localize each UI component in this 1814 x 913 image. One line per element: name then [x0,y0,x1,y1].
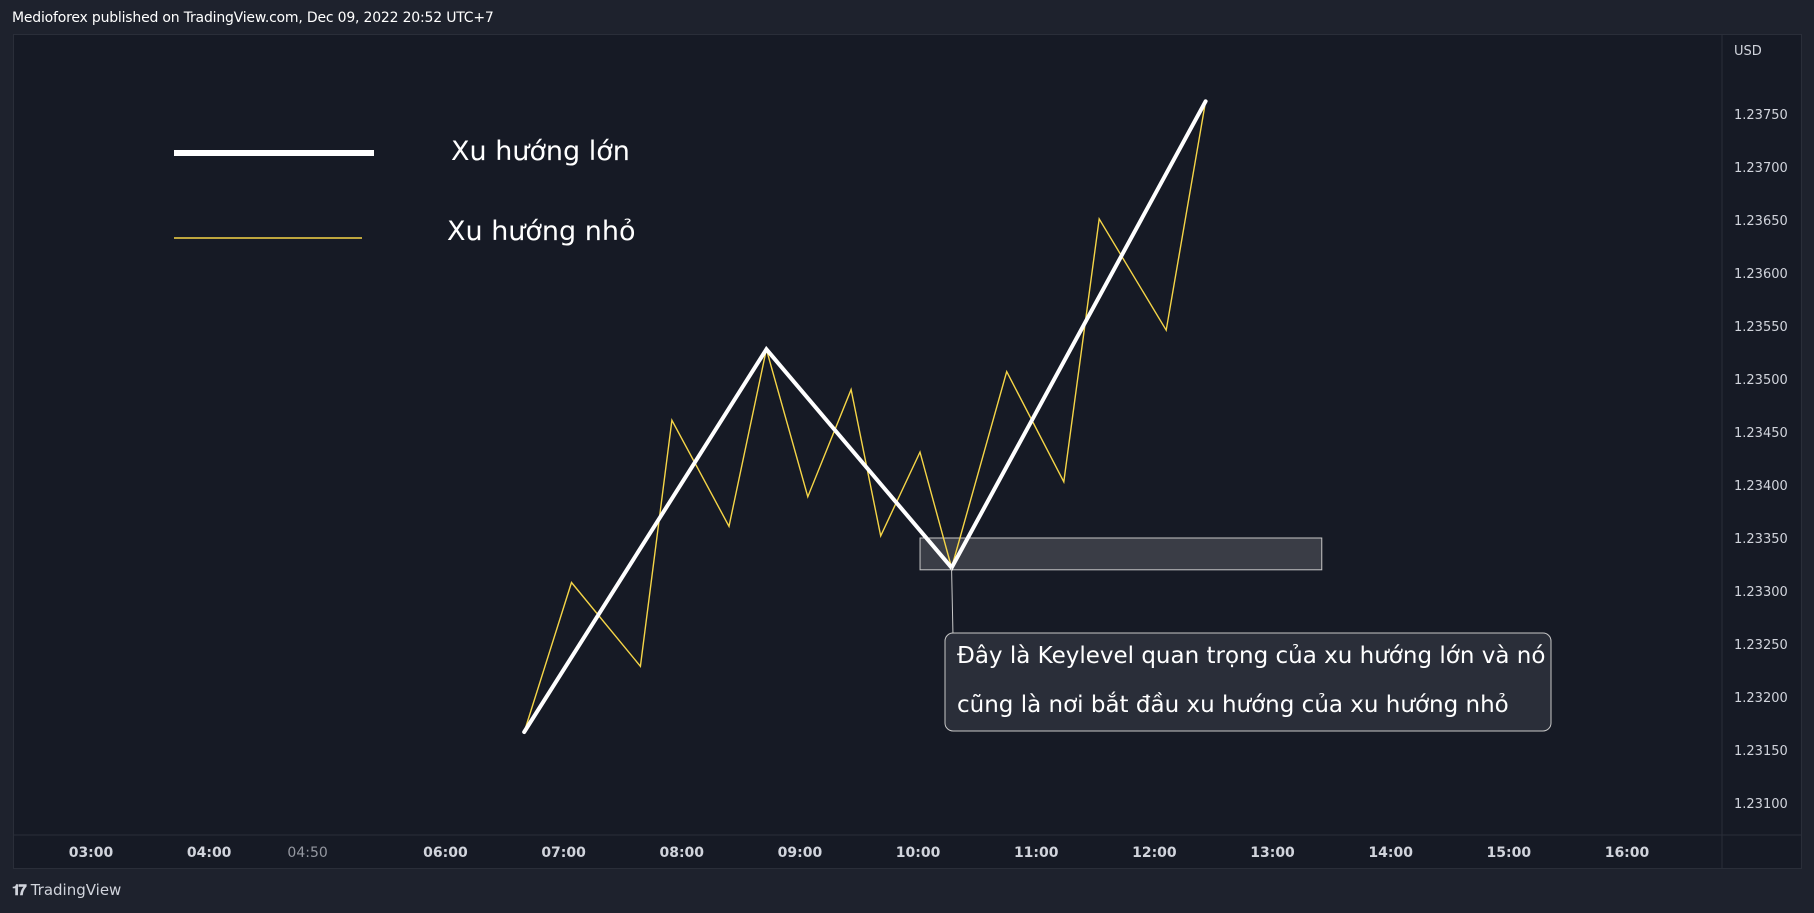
x-tick-label: 12:00 [1132,845,1177,861]
y-tick-label: 1.23100 [1734,797,1788,812]
y-tick-label: 1.23250 [1734,638,1788,653]
x-tick-label: 06:00 [423,845,468,861]
footer-brand-label: TradingView [30,881,122,899]
x-tick-label: 04:50 [287,845,327,861]
footer-brand[interactable]: 𝟏𝟕 TradingView [12,881,121,899]
x-tick-label: 11:00 [1014,845,1059,861]
y-tick-label: 1.23700 [1734,161,1788,176]
legend-major-label: Xu hướng lớn [451,136,630,167]
callout-text-line: Đây là Keylevel quan trọng của xu hướng … [957,643,1545,669]
x-tick-label: 08:00 [659,845,704,861]
x-tick-label: 10:00 [896,845,941,861]
x-tick-label: 03:00 [69,845,114,861]
y-tick-label: 1.23650 [1734,214,1788,229]
y-tick-label: 1.23150 [1734,744,1788,759]
y-tick-label: 1.23350 [1734,532,1788,547]
x-tick-label: 15:00 [1487,845,1532,861]
callout-pointer [951,567,964,637]
y-tick-label: 1.23500 [1734,373,1788,388]
x-tick-label: 07:00 [541,845,586,861]
y-tick-label: 1.23400 [1734,479,1788,494]
y-tick-label: 1.23450 [1734,426,1788,441]
x-tick-label: 13:00 [1250,845,1295,861]
x-tick-label: 09:00 [778,845,823,861]
y-tick-label: 1.23200 [1734,691,1788,706]
y-tick-label: 1.23600 [1734,267,1788,282]
x-tick-label: 16:00 [1605,845,1650,861]
keylevel-zone[interactable] [919,537,1323,571]
price-chart[interactable]: USD 1.23750 1.23700 1.23650 1.23600 1.23550 1.… [0,0,1814,913]
tradingview-logo-icon: 𝟏𝟕 [12,881,27,899]
callout-text-line: cũng là nơi bắt đầu xu hướng của xu hướn… [957,691,1509,718]
currency-label: USD [1734,44,1762,59]
legend-minor-label: Xu hướng nhỏ [447,216,636,247]
y-tick-label: 1.23300 [1734,585,1788,600]
x-tick-label: 14:00 [1368,845,1413,861]
y-tick-label: 1.23550 [1734,320,1788,335]
x-tick-label: 04:00 [187,845,232,861]
y-tick-label: 1.23750 [1734,108,1788,123]
